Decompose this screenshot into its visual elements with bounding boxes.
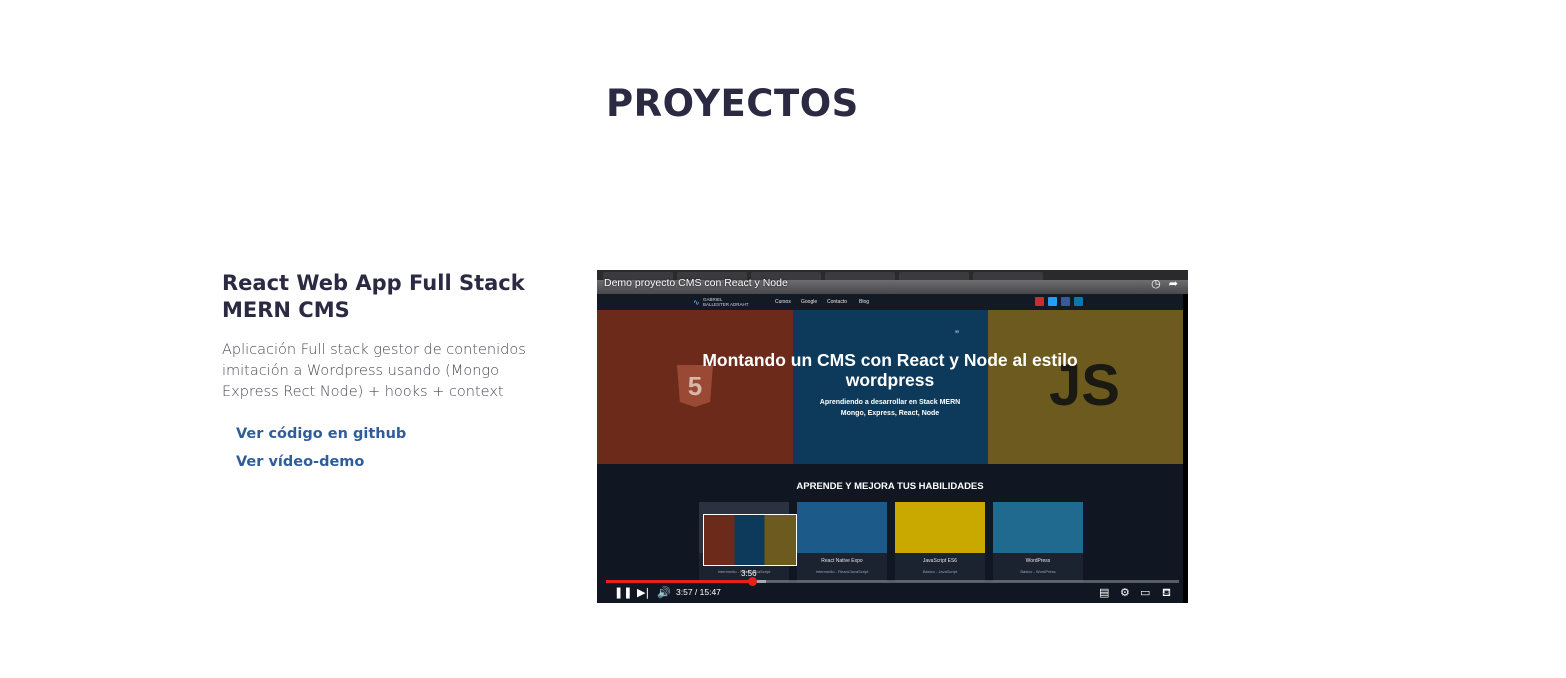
course-level: Básico - WordPress — [1020, 569, 1056, 574]
project-info: React Web App Full Stack MERN CMS Aplica… — [222, 270, 552, 476]
volume-icon[interactable]: 🔊 — [657, 586, 671, 600]
share-icon[interactable]: ➦ — [1169, 277, 1178, 290]
progress-played — [606, 580, 752, 583]
course-card: JavaScript ES6 Básico - JavaScript — [895, 502, 985, 582]
project-links: Ver código en github Ver vídeo-demo — [222, 420, 552, 476]
section-title: PROYECTOS — [606, 82, 859, 125]
course-name: JavaScript ES6 — [922, 558, 958, 564]
hero-subheading-line-1: Aprendiendo a desarrollar en Stack MERN — [819, 399, 961, 406]
video-controls: ❚❚ ▶| 🔊 3:57 / 15:47 ▤ ⚙ ▭ ⛾ — [597, 584, 1188, 603]
video-top-icons: ◷ ➦ — [1151, 277, 1178, 290]
github-link[interactable]: Ver código en github — [236, 420, 552, 448]
site-logo-text: GABRIEL BALLESTER ADRAHT — [703, 297, 749, 307]
course-level: Intermedio - React/JavaScript — [815, 569, 869, 574]
nav-item-blog: Blog — [859, 299, 870, 305]
course-card: React Native Expo Intermedio - React/Jav… — [797, 502, 887, 582]
twitter-icon — [1048, 297, 1057, 306]
time-readout: 3:57 / 15:47 — [676, 587, 721, 597]
scrub-preview-thumbnail — [703, 514, 797, 566]
pause-icon[interactable]: ❚❚ — [614, 586, 632, 600]
next-icon[interactable]: ▶| — [637, 586, 649, 600]
facebook-icon — [1061, 297, 1070, 306]
video-title[interactable]: Demo proyecto CMS con React y Node — [604, 277, 788, 289]
hero-heading: Montando un CMS con React y Node al esti… — [702, 350, 1078, 390]
course-level: Básico - JavaScript — [922, 569, 958, 574]
cast-icon[interactable]: ▭ — [1140, 586, 1150, 600]
quote-icon: ” — [955, 328, 959, 342]
course-card: WordPress Básico - WordPress — [993, 502, 1083, 582]
video-hero: 5 ” JS Montando un CMS con React y Node … — [597, 310, 1183, 464]
video-demo-link[interactable]: Ver vídeo-demo — [236, 448, 552, 476]
site-navbar: ∿ GABRIEL BALLESTER ADRAHT Cursos Google… — [597, 294, 1183, 310]
wordpress-logo-image — [993, 502, 1083, 553]
exit-fullscreen-icon[interactable]: ⛾ — [1162, 586, 1171, 600]
video-edge — [1183, 294, 1188, 603]
project-title: React Web App Full Stack MERN CMS — [222, 271, 525, 322]
project-description: Aplicación Full stack gestor de contenid… — [222, 342, 526, 400]
linkedin-icon — [1074, 297, 1083, 306]
nav-item-contacto: Contacto — [827, 299, 848, 305]
gear-icon[interactable]: ⚙ — [1120, 586, 1130, 600]
youtube-icon — [1035, 297, 1044, 306]
clock-icon[interactable]: ◷ — [1151, 277, 1161, 290]
course-name: React Native Expo — [821, 558, 863, 564]
javascript-logo-image — [895, 502, 985, 553]
nav-item-cursos: Cursos — [775, 299, 791, 305]
progress-bar[interactable] — [606, 577, 1179, 586]
react-logo-image — [797, 502, 887, 553]
course-name: WordPress — [1025, 558, 1051, 564]
nav-item-google: Google — [801, 299, 818, 305]
video-player[interactable]: Demo proyecto CMS con React y Node ◷ ➦ ∿… — [597, 270, 1188, 603]
logo-icon: ∿ — [693, 298, 700, 307]
courses-heading: APRENDE Y MEJORA TUS HABILIDADES — [796, 481, 984, 492]
hero-subheading: Aprendiendo a desarrollar en Stack MERN … — [747, 397, 1033, 419]
hero-subheading-line-2: Mongo, Express, React, Node — [840, 410, 940, 417]
subtitles-icon[interactable]: ▤ — [1099, 586, 1109, 600]
